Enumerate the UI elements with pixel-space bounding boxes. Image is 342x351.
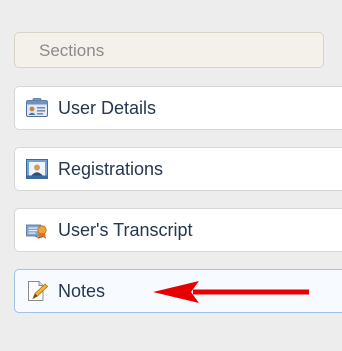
sidebar-item-notes[interactable]: Notes [14,269,342,313]
red-arrow-annotation [153,281,309,303]
sidebar-item-registrations[interactable]: Registrations [14,147,342,191]
id-card-icon [26,98,48,117]
sidebar-item-label: User Details [58,98,157,118]
sidebar-item-users-transcript[interactable]: User's Transcript [14,208,342,252]
note-pencil-icon [28,281,48,301]
sections-header: Sections [14,32,324,68]
user-photo-icon [26,159,48,179]
sections-header-label: Sections [39,41,105,60]
sidebar-item-label: Registrations [58,159,164,179]
sidebar-item-label: User's Transcript [58,220,193,240]
sidebar-item-user-details[interactable]: User Details [14,86,342,130]
sidebar-item-label: Notes [58,281,106,301]
certificate-icon [26,224,47,239]
